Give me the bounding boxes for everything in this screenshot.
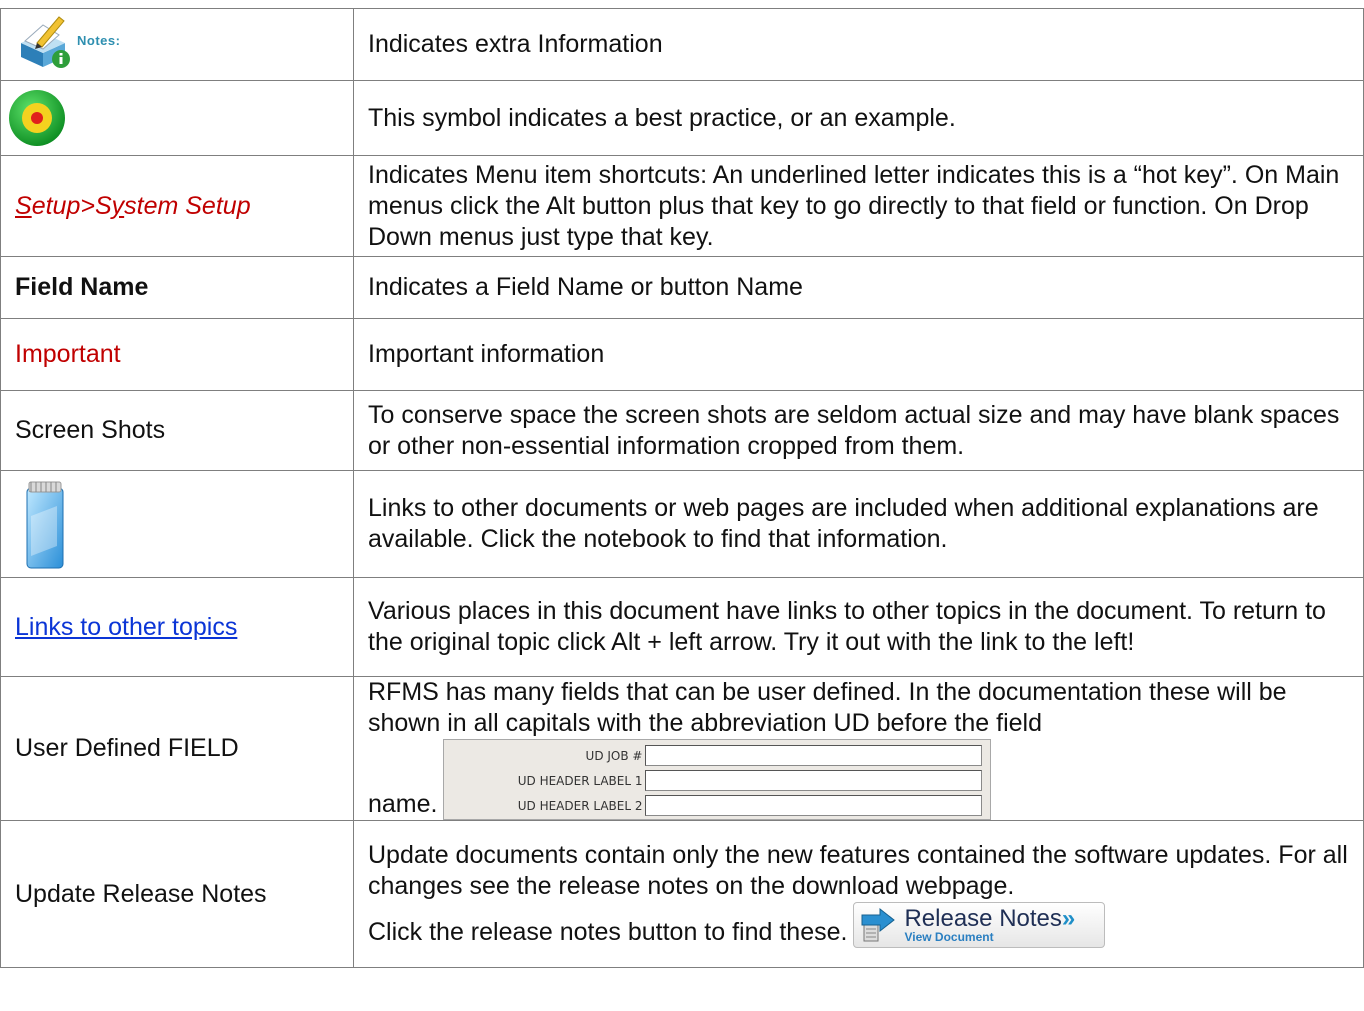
table-row: Links to other topics Various places in …	[0, 577, 1364, 677]
menu-text: S	[94, 191, 112, 220]
term-cell: User Defined FIELD	[0, 676, 354, 821]
term-cell	[0, 80, 354, 156]
notes-icon: Notes:	[15, 13, 120, 69]
table-row: Update Release Notes Update documents co…	[0, 820, 1364, 968]
ud-input[interactable]	[645, 770, 983, 791]
description-cell: Various places in this document have lin…	[353, 577, 1364, 677]
hotkey-letter: S	[15, 191, 32, 220]
description-cell: Indicates Menu item shortcuts: An underl…	[353, 155, 1364, 257]
hotkey-letter: y	[111, 191, 125, 220]
arrow-document-icon	[861, 907, 896, 942]
ud-label: UD HEADER LABEL 2	[517, 798, 643, 813]
term-cell: Field Name	[0, 256, 354, 319]
legend-table: Notes: Indicates extra Information This …	[0, 8, 1364, 968]
ud-row: UD HEADER LABEL 1	[448, 768, 986, 793]
table-row: Notes: Indicates extra Information	[0, 8, 1364, 81]
ud-row: UD HEADER LABEL 2	[448, 793, 986, 818]
term-cell: Screen Shots	[0, 390, 354, 471]
table-row: This symbol indicates a best practice, o…	[0, 80, 1364, 156]
description-cell: This symbol indicates a best practice, o…	[353, 80, 1364, 156]
description-cell: Links to other documents or web pages ar…	[353, 470, 1364, 578]
table-row: Screen Shots To conserve space the scree…	[0, 390, 1364, 471]
term-cell: Notes:	[0, 8, 354, 81]
term-cell: Links to other topics	[0, 577, 354, 677]
description-cell: To conserve space the screen shots are s…	[353, 390, 1364, 471]
topics-link[interactable]: Links to other topics	[15, 613, 237, 641]
release-notes-subtitle: View Document	[904, 929, 994, 944]
target-icon	[9, 90, 65, 146]
notes-pencil-icon	[21, 15, 70, 68]
ud-row: UD JOB #	[448, 743, 986, 768]
release-notes-text: Release Notes» View Document	[904, 904, 1076, 944]
release-notes-title: Release Notes»	[904, 904, 1076, 932]
description-cell: Update documents contain only the new fe…	[353, 820, 1364, 968]
term-cell	[0, 470, 354, 578]
description-cell: Important information	[353, 318, 1364, 391]
menu-text: etup>	[31, 191, 95, 220]
table-row: Links to other documents or web pages ar…	[0, 470, 1364, 578]
description-cell: Indicates extra Information	[353, 8, 1364, 81]
description-text: Click the release notes button to find t…	[368, 918, 848, 946]
ud-input[interactable]	[645, 745, 983, 766]
table-row: Setup>System Setup Indicates Menu item s…	[0, 155, 1364, 257]
release-notes-label: Release Notes	[904, 904, 1062, 932]
menu-text: stem Setup	[124, 191, 251, 220]
notebook-icon[interactable]	[17, 476, 69, 572]
ud-label: UD HEADER LABEL 1	[517, 773, 643, 788]
table-row: User Defined FIELD RFMS has many fields …	[0, 676, 1364, 821]
release-notes-button[interactable]: Release Notes» View Document	[853, 902, 1106, 948]
term-cell: Important	[0, 318, 354, 391]
ud-form-screenshot: UD JOB # UD HEADER LABEL 1 UD HEADER LAB…	[443, 739, 992, 820]
description-text: Update documents contain only the new fe…	[368, 841, 1348, 900]
ud-input[interactable]	[645, 795, 983, 816]
description-text: name.	[368, 790, 438, 818]
description-text: RFMS has many fields that can be user de…	[368, 678, 1287, 737]
notes-label: Notes:	[77, 33, 121, 48]
double-chevron-icon: »	[1061, 904, 1076, 932]
term-cell: Update Release Notes	[0, 820, 354, 968]
ud-label: UD JOB #	[585, 748, 643, 763]
description-cell: RFMS has many fields that can be user de…	[353, 676, 1364, 821]
table-row: Field Name Indicates a Field Name or but…	[0, 256, 1364, 319]
menu-shortcut-text: Setup>System Setup	[15, 192, 251, 220]
description-cell: Indicates a Field Name or button Name	[353, 256, 1364, 319]
term-cell: Setup>System Setup	[0, 155, 354, 257]
table-row: Important Important information	[0, 318, 1364, 391]
